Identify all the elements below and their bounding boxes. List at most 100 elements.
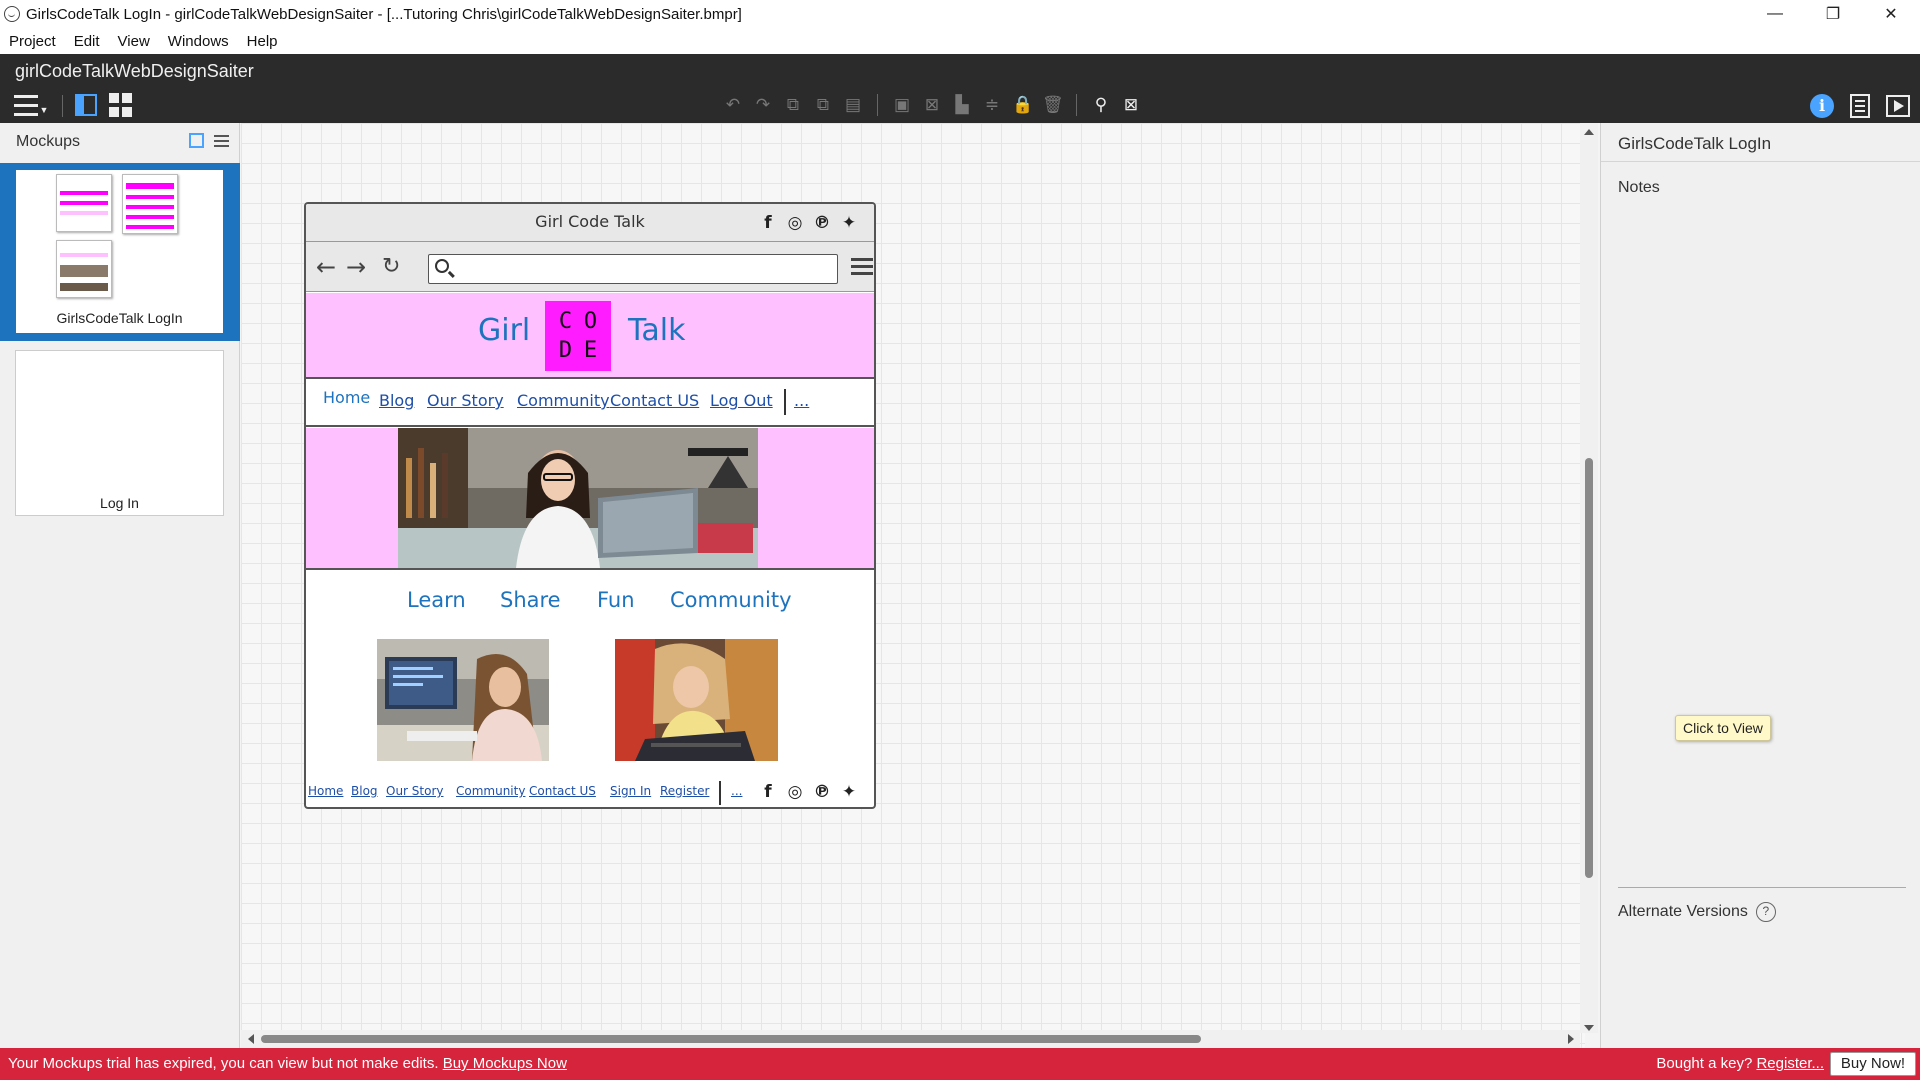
group-icon[interactable]: ▣ <box>892 96 912 114</box>
header-social-icons: f ◎ ℗ ✦ <box>759 213 858 233</box>
nav-blog-link[interactable]: Blog <box>379 391 414 410</box>
back-arrow-icon[interactable]: ← <box>316 253 336 281</box>
scroll-left-arrow-icon[interactable] <box>248 1034 254 1044</box>
canvas-vertical-scrollbar[interactable] <box>1580 123 1598 1033</box>
nav-contact-link[interactable]: Contact US <box>610 391 699 410</box>
info-icon[interactable]: i <box>1810 94 1834 118</box>
nav-our-story-link[interactable]: Our Story <box>427 391 504 410</box>
click-to-view-tooltip[interactable]: Click to View <box>1675 715 1771 741</box>
twitter-icon[interactable]: ✦ <box>840 782 858 802</box>
footer-contact-link[interactable]: Contact US <box>529 784 596 798</box>
footer-our-story-link[interactable]: Our Story <box>386 784 444 798</box>
site-footer: Home Blog Our Story Community Contact US… <box>306 779 874 807</box>
forward-arrow-icon[interactable]: → <box>346 253 366 281</box>
trial-message-text: Your Mockups trial has expired, you can … <box>8 1055 439 1072</box>
menu-project[interactable]: Project <box>9 33 56 50</box>
hero-image <box>398 428 758 568</box>
properties-panel: GirlsCodeTalk LogIn Notes Click to View … <box>1600 123 1920 1048</box>
vertical-scroll-thumb[interactable] <box>1585 458 1593 878</box>
thumbnail-page-1 <box>56 174 112 232</box>
browser-url-field[interactable] <box>428 254 838 284</box>
pinterest-icon[interactable]: ℗ <box>813 213 831 233</box>
toggle-panel-icon[interactable] <box>74 92 98 118</box>
buy-mockups-link[interactable]: Buy Mockups Now <box>443 1055 567 1072</box>
feature-learn-link[interactable]: Learn <box>407 588 466 612</box>
menu-help[interactable]: Help <box>247 33 278 50</box>
undo-icon[interactable]: ↶ <box>723 96 743 114</box>
alternate-versions: Alternate Versions ? <box>1618 902 1776 922</box>
copy-icon[interactable]: ⧉ <box>783 96 803 114</box>
notes-label[interactable]: Notes <box>1618 179 1660 197</box>
laptop-photo <box>615 639 778 761</box>
footer-more-link[interactable]: ... <box>731 784 742 798</box>
menu-edit[interactable]: Edit <box>74 33 100 50</box>
paste-icon[interactable]: ▤ <box>843 96 863 114</box>
logo-letter: O <box>583 309 598 334</box>
instagram-icon[interactable]: ◎ <box>786 782 804 802</box>
browser-mockup[interactable]: Girl Code Talk f ◎ ℗ ✦ ← → ↻ Girl C O D … <box>304 202 876 809</box>
grid-view-icon[interactable] <box>108 92 132 118</box>
list-view-icon[interactable] <box>214 133 229 148</box>
footer-signin-link[interactable]: Sign In <box>610 784 651 798</box>
scroll-up-arrow-icon[interactable] <box>1584 129 1594 135</box>
menu-windows[interactable]: Windows <box>168 33 229 50</box>
close-button[interactable]: ✕ <box>1862 0 1920 28</box>
maximize-button[interactable]: ❐ <box>1804 0 1862 28</box>
window-controls: — ❐ ✕ <box>1746 0 1920 28</box>
scroll-right-arrow-icon[interactable] <box>1568 1034 1574 1044</box>
scroll-down-arrow-icon[interactable] <box>1584 1025 1594 1031</box>
hamburger-menu-icon[interactable]: ▼ <box>13 92 48 118</box>
logo-letter: D <box>558 338 573 363</box>
properties-icon[interactable] <box>1850 94 1870 118</box>
close-mockup-icon[interactable]: ⊠ <box>1121 96 1141 114</box>
browser-menu-icon[interactable] <box>851 258 873 279</box>
nav-home-link[interactable]: Home <box>323 388 370 407</box>
footer-home-link[interactable]: Home <box>308 784 343 798</box>
horizontal-scroll-thumb[interactable] <box>261 1035 1201 1043</box>
buy-now-button[interactable]: Buy Now! <box>1830 1052 1916 1076</box>
logo-letter: C <box>558 309 573 334</box>
feature-community-link[interactable]: Community <box>670 588 792 612</box>
duplicate-icon[interactable]: ⧉ <box>813 96 833 114</box>
canvas-horizontal-scrollbar[interactable] <box>241 1030 1580 1048</box>
pinterest-icon[interactable]: ℗ <box>813 782 831 802</box>
footer-blog-link[interactable]: Blog <box>351 784 378 798</box>
nav-divider <box>784 389 786 415</box>
align-icon[interactable]: ≑ <box>982 96 1002 114</box>
redo-icon[interactable]: ↷ <box>753 96 773 114</box>
twitter-icon[interactable]: ✦ <box>840 213 858 233</box>
browser-titlebar: Girl Code Talk f ◎ ℗ ✦ <box>306 204 874 242</box>
feature-share-link[interactable]: Share <box>500 588 561 612</box>
logo-code-box: C O D E <box>545 301 611 371</box>
facebook-icon[interactable]: f <box>759 213 777 233</box>
ungroup-icon[interactable]: ⊠ <box>922 96 942 114</box>
feature-fun-link[interactable]: Fun <box>597 588 635 612</box>
register-link[interactable]: Register... <box>1756 1055 1824 1072</box>
arrange-icon[interactable]: ▙ <box>952 96 972 114</box>
reload-icon[interactable]: ↻ <box>382 254 400 279</box>
nav-community-link[interactable]: Community <box>517 391 610 410</box>
trial-expired-bar: Your Mockups trial has expired, you can … <box>0 1048 1920 1080</box>
footer-register-link[interactable]: Register <box>660 784 709 798</box>
mockup-item-login[interactable]: Log In <box>15 350 224 516</box>
presentation-mode-icon[interactable] <box>1886 95 1910 117</box>
minimize-button[interactable]: — <box>1746 0 1804 28</box>
mockup-thumbnail: GirlsCodeTalk LogIn <box>16 170 223 333</box>
thumbnail-page-2 <box>122 174 178 234</box>
alternate-versions-label: Alternate Versions <box>1618 903 1748 920</box>
menu-view[interactable]: View <box>118 33 150 50</box>
trash-icon[interactable]: 🗑 <box>1042 96 1064 114</box>
nav-logout-link[interactable]: Log Out <box>710 391 773 410</box>
help-icon[interactable]: ? <box>1755 902 1776 922</box>
quick-add-search-icon[interactable]: ⚲ <box>1091 96 1111 114</box>
facebook-icon[interactable]: f <box>759 782 777 802</box>
toolbar-divider <box>62 95 63 117</box>
nav-more-link[interactable]: ... <box>794 391 809 410</box>
thumbnail-view-icon[interactable] <box>189 133 204 148</box>
instagram-icon[interactable]: ◎ <box>786 213 804 233</box>
lock-icon[interactable]: 🔒 <box>1012 96 1033 114</box>
mockup-item-girlscodetalk-login[interactable]: GirlsCodeTalk LogIn <box>0 163 240 341</box>
footer-community-link[interactable]: Community <box>456 784 525 798</box>
toolbar-divider <box>877 94 878 116</box>
thumbnail-page-3 <box>56 240 112 298</box>
